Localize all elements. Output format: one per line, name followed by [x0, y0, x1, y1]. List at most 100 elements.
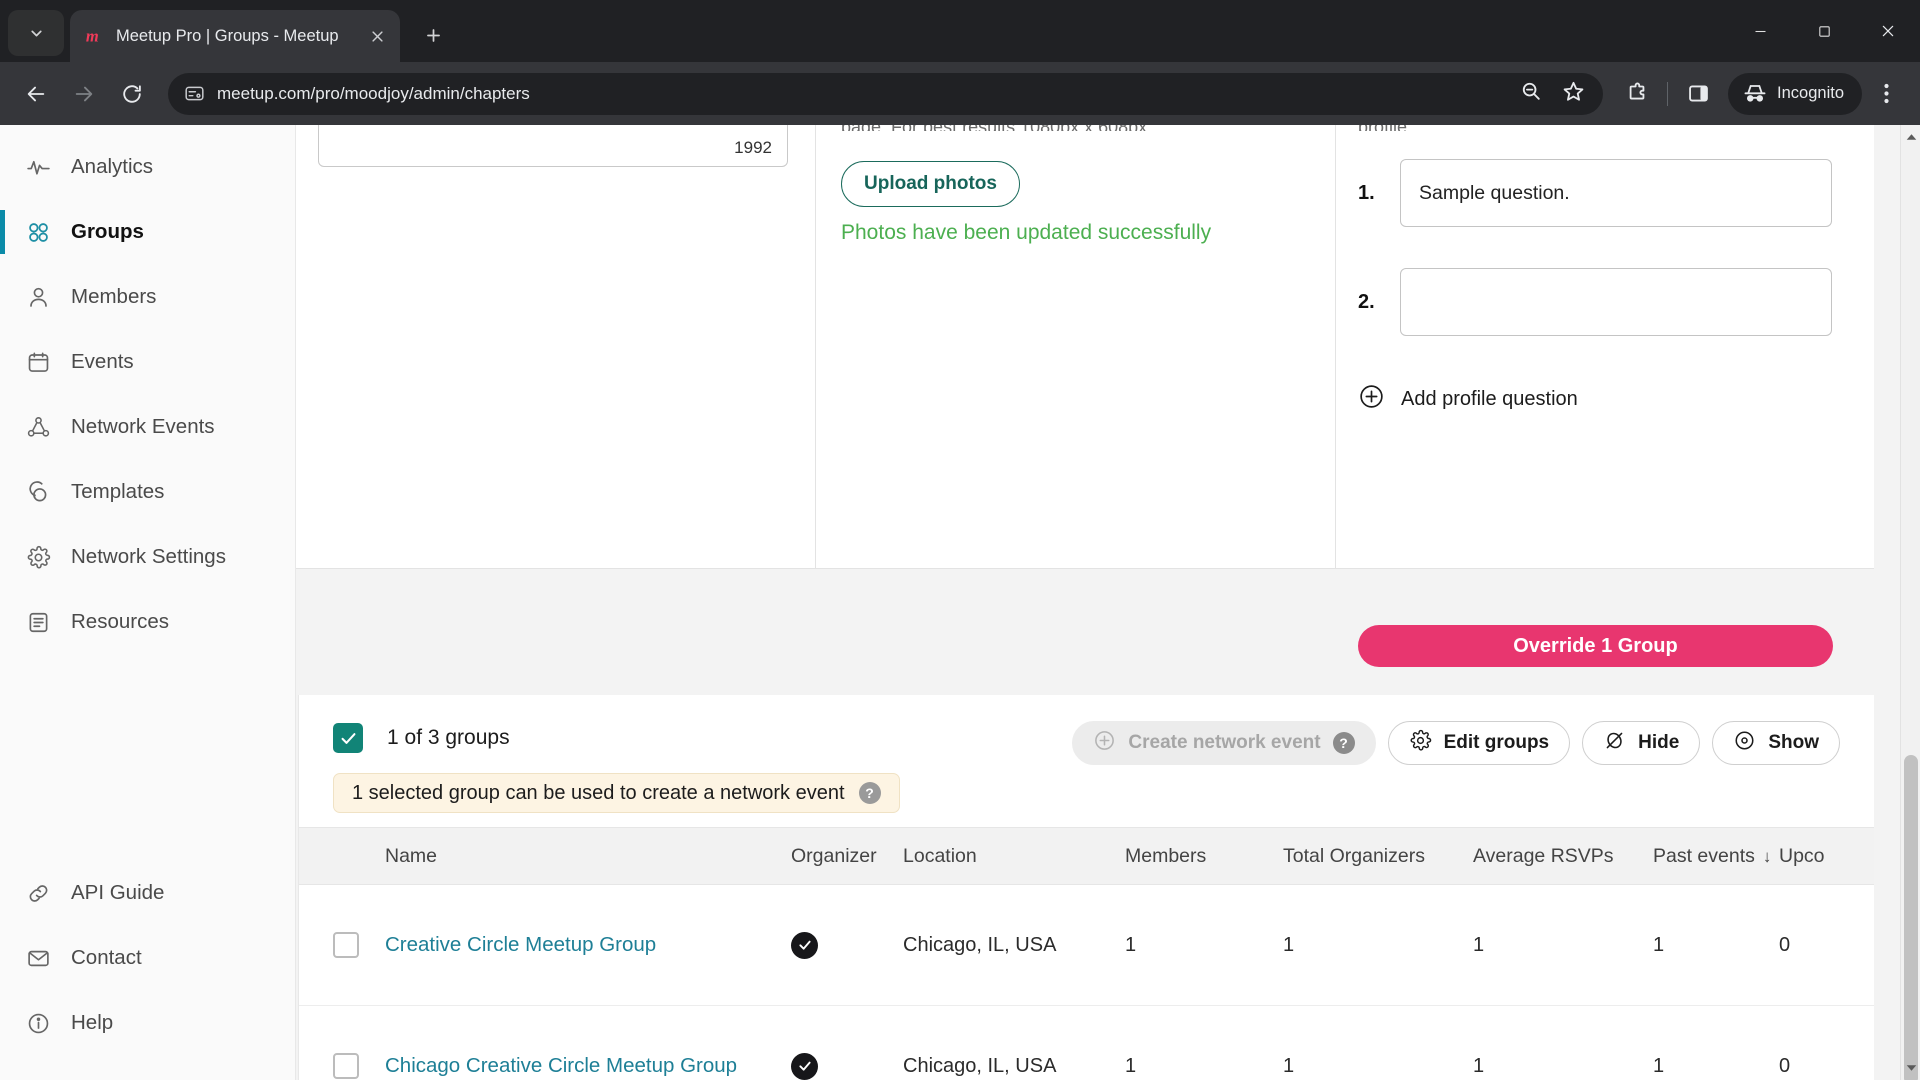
cell-organizer	[791, 931, 903, 959]
button-label: Create network event	[1128, 732, 1321, 753]
browser-menu-button[interactable]	[1866, 74, 1906, 114]
incognito-indicator[interactable]: Incognito	[1728, 72, 1862, 115]
group-link[interactable]: Creative Circle Meetup Group	[385, 933, 656, 956]
reload-button[interactable]	[110, 72, 154, 116]
question-input-2[interactable]	[1400, 268, 1832, 336]
url-text: meetup.com/pro/moodjoy/admin/chapters	[217, 83, 530, 103]
row-checkbox-cell	[299, 1053, 385, 1079]
sidebar-item-api-guide[interactable]: API Guide	[0, 869, 295, 917]
sidebar-item-members[interactable]: Members	[0, 273, 295, 321]
extensions-puzzle-icon	[1629, 82, 1644, 100]
group-link[interactable]: Chicago Creative Circle Meetup Group	[385, 1054, 737, 1077]
column-header-upcoming[interactable]: Upco	[1779, 845, 1874, 868]
sidebar-item-help[interactable]: Help	[0, 999, 295, 1047]
column-header-past-events-label: Past events	[1653, 844, 1755, 867]
browser-window: m Meetup Pro | Groups - Meetup meetup.co…	[0, 0, 1920, 1080]
column-header-total-organizers[interactable]: Total Organizers	[1283, 845, 1473, 868]
sidebar-label: Resources	[71, 610, 169, 633]
table-row[interactable]: Creative Circle Meetup Group Chicago, IL…	[299, 885, 1874, 1006]
select-all-checkbox[interactable]	[333, 723, 363, 753]
column-header-average-rsvps[interactable]: Average RSVPs	[1473, 845, 1653, 868]
eye-icon	[1733, 729, 1756, 758]
organizer-check-badge-icon	[791, 931, 818, 959]
show-groups-button[interactable]: Show	[1712, 721, 1840, 765]
cell-total-organizers: 1	[1283, 933, 1295, 956]
incognito-icon	[1744, 84, 1766, 102]
column-header-past-events[interactable]: Past events ↓	[1653, 845, 1779, 868]
cell-name: Creative Circle Meetup Group	[385, 933, 791, 957]
column-header-organizer[interactable]: Organizer	[791, 845, 903, 868]
create-network-event-button[interactable]: Create network event ?	[1072, 721, 1376, 765]
address-bar[interactable]: meetup.com/pro/moodjoy/admin/chapters	[168, 72, 1604, 115]
button-label: Show	[1768, 732, 1819, 753]
sidebar-item-network-events[interactable]: Network Events	[0, 403, 295, 451]
scrollbar-thumb[interactable]	[1904, 755, 1918, 1080]
members-icon	[25, 284, 51, 310]
sidebar-item-contact[interactable]: Contact	[0, 934, 295, 982]
help-icon[interactable]: ?	[858, 782, 881, 804]
calendar-icon	[25, 349, 51, 375]
edit-groups-button[interactable]: Edit groups	[1387, 721, 1571, 765]
window-controls	[1728, 0, 1920, 62]
sidebar-label: Members	[71, 285, 157, 308]
sidebar-item-resources[interactable]: Resources	[0, 598, 295, 646]
browser-tab[interactable]: m Meetup Pro | Groups - Meetup	[70, 10, 400, 62]
sidebar-label: Help	[71, 1011, 114, 1034]
sidebar-label: Contact	[71, 946, 142, 969]
omnibox-actions	[1520, 80, 1591, 108]
table-header-row: Name Organizer Location Members Total Or…	[299, 827, 1874, 885]
scroll-down-button[interactable]	[1901, 1058, 1920, 1078]
tab-search-button[interactable]	[8, 10, 64, 56]
page-scrollbar[interactable]	[1900, 125, 1920, 1080]
override-group-button[interactable]: Override 1 Group	[1358, 625, 1833, 667]
column-header-name[interactable]: Name	[385, 845, 791, 868]
photos-column: page. For best results 1080px x 608px Up…	[816, 125, 1336, 568]
help-icon[interactable]: ?	[1332, 732, 1355, 754]
sidebar-label: Events	[71, 350, 134, 373]
sidebar-item-network-settings[interactable]: Network Settings	[0, 533, 295, 581]
window-close-button[interactable]	[1856, 0, 1920, 62]
info-pill-text: 1 selected group can be used to create a…	[352, 781, 845, 804]
new-tab-button[interactable]	[414, 16, 452, 54]
groups-icon	[25, 219, 51, 245]
sort-descending-icon: ↓	[1762, 846, 1772, 866]
minimize-button[interactable]	[1728, 0, 1792, 62]
sidebar-item-templates[interactable]: Templates	[0, 468, 295, 516]
forward-button[interactable]	[62, 72, 106, 116]
back-button[interactable]	[14, 72, 58, 116]
row-checkbox[interactable]	[333, 932, 359, 958]
tab-close-button[interactable]	[364, 23, 390, 49]
group-settings-form: 1992 page. For best results 1080px x 608…	[296, 125, 1874, 667]
zoom-out-button[interactable]	[1520, 80, 1542, 107]
meetup-logo-icon: m	[84, 25, 106, 47]
cell-members: 1	[1125, 1054, 1137, 1077]
extensions-button[interactable]	[1617, 74, 1657, 114]
profile-question-2: 2.	[1358, 268, 1832, 336]
sidebar-item-events[interactable]: Events	[0, 338, 295, 386]
add-profile-question-button[interactable]: Add profile question	[1358, 383, 1578, 416]
table-row[interactable]: Chicago Creative Circle Meetup Group Chi…	[299, 1006, 1874, 1080]
main-content: 1992 page. For best results 1080px x 608…	[296, 125, 1900, 1080]
column-header-location[interactable]: Location	[903, 845, 1125, 868]
side-panel-button[interactable]	[1678, 74, 1718, 114]
description-column: 1992	[296, 125, 816, 568]
site-settings-icon[interactable]	[184, 83, 205, 104]
sidebar-item-groups[interactable]: Groups	[0, 208, 295, 256]
hide-groups-button[interactable]: Hide	[1582, 721, 1701, 765]
description-textarea[interactable]: 1992	[318, 125, 788, 167]
groups-count-label: 1 of 3 groups	[387, 726, 510, 749]
sidebar-item-analytics[interactable]: Analytics	[0, 143, 295, 191]
scroll-up-button[interactable]	[1901, 127, 1920, 147]
question-number: 1.	[1358, 181, 1375, 204]
question-input-1[interactable]: Sample question.	[1400, 159, 1832, 227]
reload-icon	[123, 84, 141, 103]
row-checkbox[interactable]	[333, 1053, 359, 1079]
page-viewport: Analytics Groups Members Events Network …	[0, 125, 1920, 1080]
question-number: 2.	[1358, 290, 1375, 313]
upload-photos-button[interactable]: Upload photos	[841, 161, 1020, 207]
close-icon	[371, 30, 383, 42]
cell-past-events: 1	[1653, 1054, 1665, 1077]
maximize-button[interactable]	[1792, 0, 1856, 62]
bookmark-button[interactable]	[1562, 80, 1585, 108]
column-header-members[interactable]: Members	[1125, 845, 1283, 868]
